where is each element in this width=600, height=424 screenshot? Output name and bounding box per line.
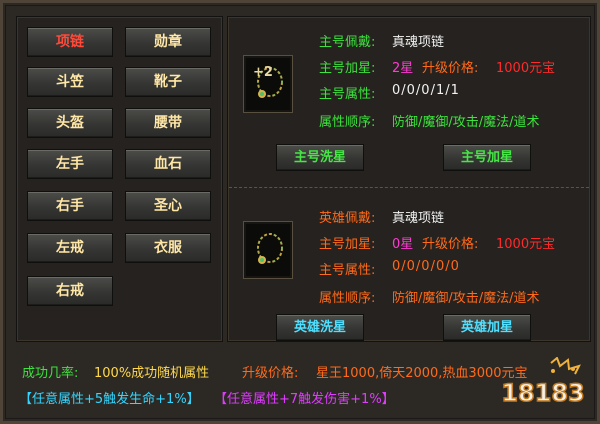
slot-bloodstone-button[interactable]: 血石 (125, 149, 211, 179)
hero-equip-label: 英雄佩戴: (319, 211, 376, 226)
main-order-label: 属性顺序: (319, 115, 376, 130)
site-logo: 18183 (501, 357, 586, 408)
bonus-hp-text: 【任意属性+5触发生命+1%】 (19, 392, 200, 407)
main-equip-label: 主号佩戴: (319, 35, 376, 50)
success-rate-value: 100%成功随机属性 (94, 366, 210, 381)
main-star-value: 2星 (392, 61, 414, 76)
main-wash-star-button[interactable]: 主号洗星 (276, 144, 364, 171)
slot-holy-heart-button[interactable]: 圣心 (125, 191, 211, 221)
section-divider (229, 187, 589, 188)
hero-order-label: 属性顺序: (319, 291, 376, 306)
main-order-value: 防御/魔御/攻击/魔法/道术 (392, 115, 540, 130)
slot-hat-button[interactable]: 斗笠 (27, 67, 113, 97)
refine-window: 项链 勋章 斗笠 靴子 头盔 腰带 左手 血石 右手 圣心 左戒 衣服 右戒 +… (0, 0, 600, 424)
slot-helmet-button[interactable]: 头盔 (27, 108, 113, 138)
hero-equip-value: 真魂项链 (392, 211, 445, 226)
hero-price-label: 升级价格: (422, 237, 479, 252)
hero-price-value: 1000元宝 (496, 237, 556, 252)
hero-necklace-slot[interactable] (243, 221, 293, 279)
main-necklace-slot[interactable] (243, 55, 293, 113)
hero-attr-label: 主号属性: (319, 263, 376, 278)
main-icon-plus-badge: +2 (253, 65, 273, 80)
hero-star-value: 0星 (392, 237, 414, 252)
slot-left-hand-button[interactable]: 左手 (27, 149, 113, 179)
main-attr-label: 主号属性: (319, 87, 376, 102)
main-price-label: 升级价格: (422, 61, 479, 76)
main-equip-value: 真魂项链 (392, 35, 445, 50)
main-add-star-button[interactable]: 主号加星 (443, 144, 531, 171)
slot-left-ring-button[interactable]: 左戒 (27, 233, 113, 263)
slot-medal-button[interactable]: 勋章 (125, 27, 211, 57)
bonus-damage-text: 【任意属性+7触发伤害+1%】 (214, 392, 395, 407)
slot-belt-button[interactable]: 腰带 (125, 108, 211, 138)
main-star-label: 主号加星: (319, 61, 376, 76)
slot-necklace-button[interactable]: 项链 (27, 27, 113, 57)
slot-right-hand-button[interactable]: 右手 (27, 191, 113, 221)
slot-boots-button[interactable]: 靴子 (125, 67, 211, 97)
hero-star-label: 主号加星: (319, 237, 376, 252)
hero-add-star-button[interactable]: 英雄加星 (443, 314, 531, 341)
hero-wash-star-button[interactable]: 英雄洗星 (276, 314, 364, 341)
upgrade-price-label: 升级价格: (242, 366, 299, 381)
logo-text: 18183 (501, 379, 585, 407)
slot-clothes-button[interactable]: 衣服 (125, 233, 211, 263)
necklace-icon (257, 233, 283, 264)
hero-order-value: 防御/魔御/攻击/魔法/道术 (392, 291, 540, 306)
main-price-value: 1000元宝 (496, 61, 556, 76)
main-attr-value: 0/0/0/1/1 (392, 83, 460, 98)
success-rate-label: 成功几率: (22, 366, 79, 381)
hero-attr-value: 0/0/0/0/0 (392, 259, 460, 274)
slot-right-ring-button[interactable]: 右戒 (27, 276, 113, 306)
